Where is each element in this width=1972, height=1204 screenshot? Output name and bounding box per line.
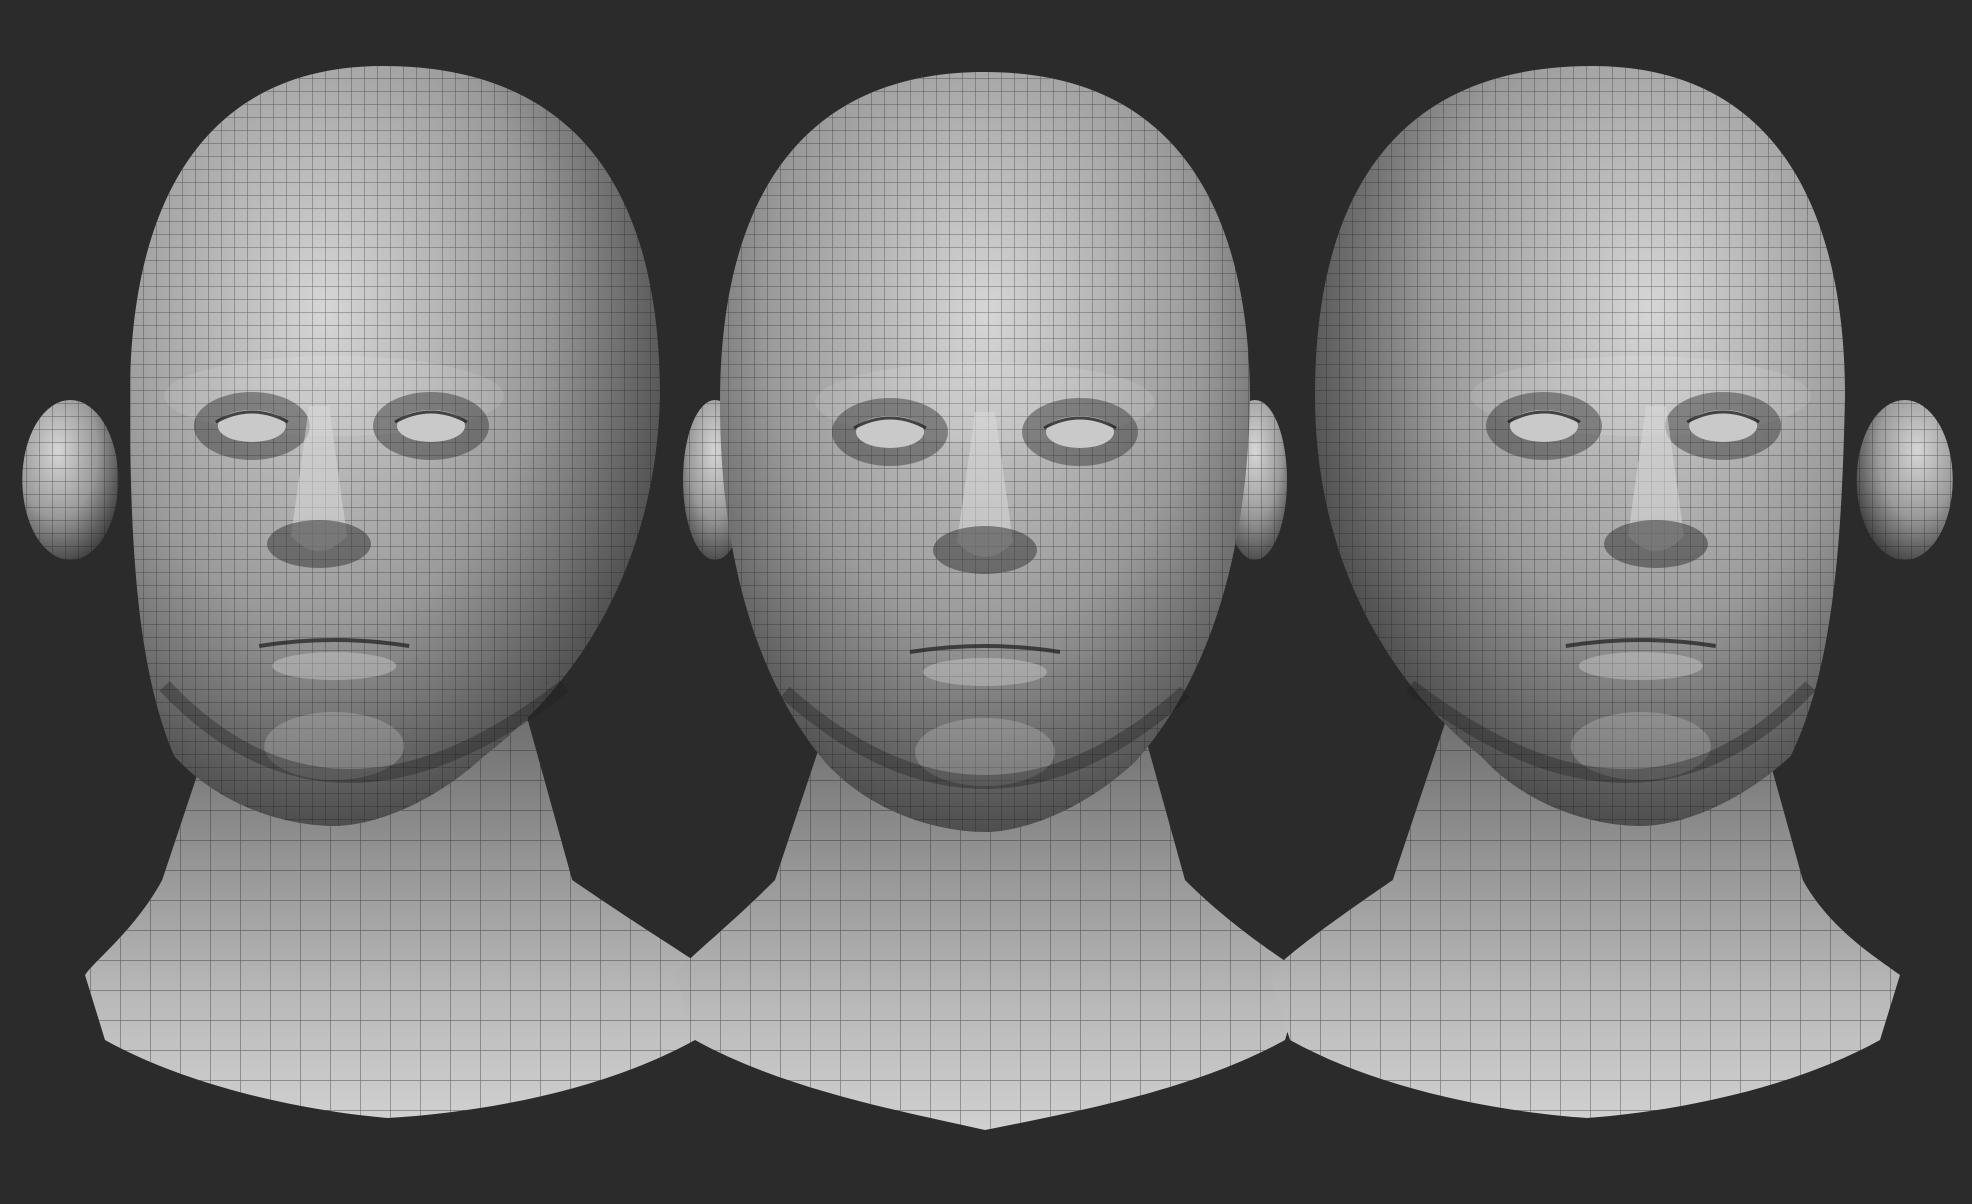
nose-base: [1604, 520, 1708, 568]
ear-right-wireframe: [1856, 400, 1953, 560]
lower-lip: [272, 652, 397, 680]
render-viewport: [0, 0, 1972, 1204]
head-render-front: [675, 72, 1305, 1130]
lower-lip: [1578, 652, 1703, 680]
lower-lip: [923, 658, 1047, 686]
ear-left-wireframe: [22, 400, 119, 560]
nose-base: [267, 520, 371, 568]
heads-layer: [22, 66, 1953, 1130]
nose-base: [933, 526, 1037, 574]
